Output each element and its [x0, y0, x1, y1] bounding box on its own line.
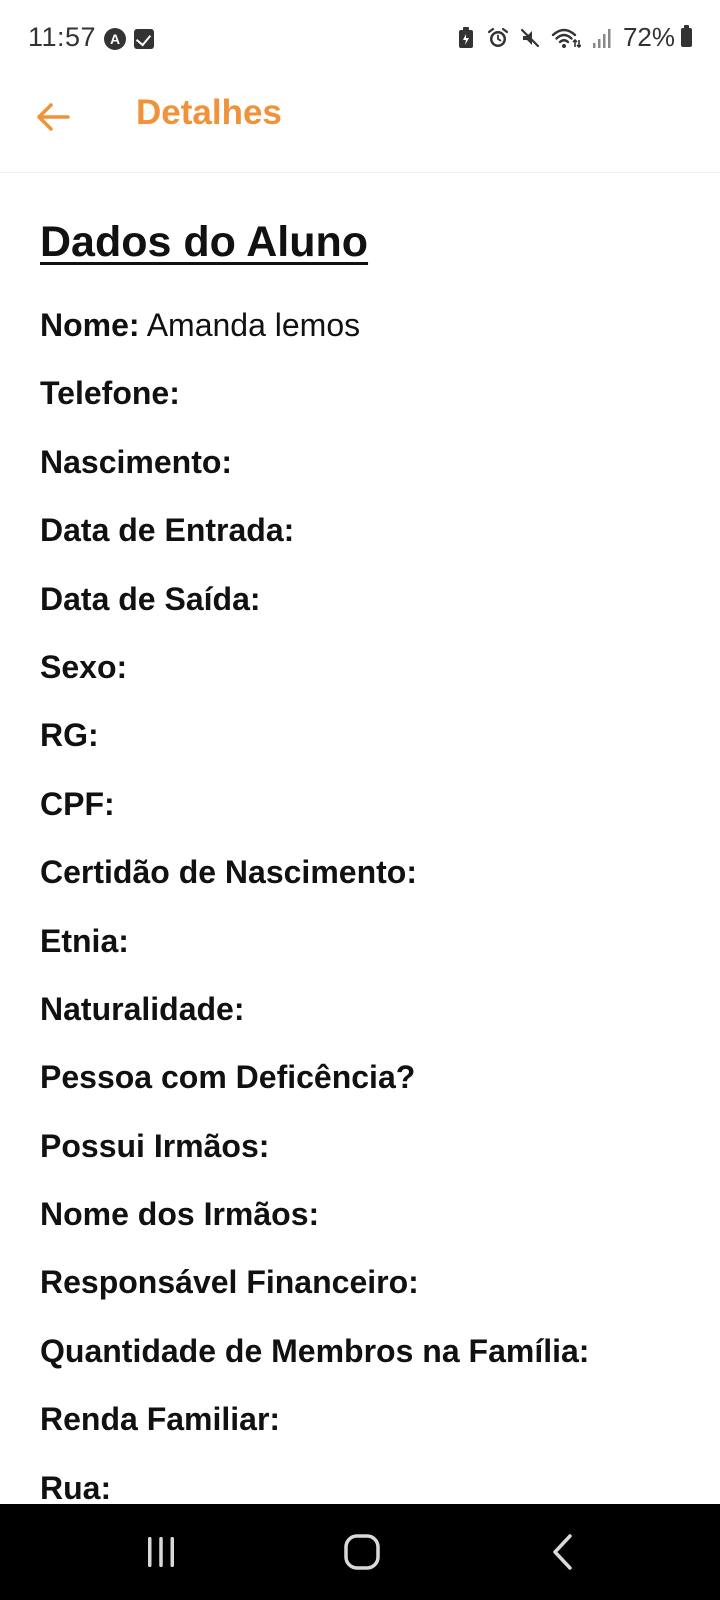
- field-label: Rua:: [40, 1469, 112, 1506]
- field-row-nascimento: Nascimento:: [40, 443, 589, 511]
- field-label: Sexo:: [40, 648, 128, 685]
- page-title: Detalhes: [136, 93, 282, 132]
- field-label: Telefone:: [40, 375, 180, 412]
- field-label: Nome dos Irmãos:: [40, 1196, 320, 1233]
- field-row-certidao: Certidão de Nascimento:: [40, 853, 589, 921]
- field-label: Pessoa com Deficência?: [40, 1059, 416, 1096]
- student-field-list: Nome: Amanda lemos Telefone: Nascimento:…: [40, 306, 589, 1537]
- field-label: Etnia:: [40, 922, 129, 959]
- field-row-deficiencia: Pessoa com Deficência?: [40, 1058, 589, 1126]
- field-label: Possui Irmãos:: [40, 1127, 270, 1164]
- home-icon: [344, 1534, 380, 1570]
- field-row-sexo: Sexo:: [40, 648, 589, 716]
- field-label: Responsável Financeiro:: [40, 1264, 419, 1301]
- recent-apps-button[interactable]: [111, 1504, 211, 1600]
- status-bar: 11:57 A 72%: [0, 0, 720, 80]
- field-label: Renda Familiar:: [40, 1401, 281, 1438]
- field-label: RG:: [40, 717, 99, 754]
- arrow-left-icon: [37, 103, 70, 131]
- signal-icon: [591, 27, 613, 49]
- field-label: Nome:: [40, 307, 140, 343]
- system-navigation-bar: [0, 1504, 720, 1600]
- field-row-membros-familia: Quantidade de Membros na Família:: [40, 1332, 589, 1400]
- field-row-etnia: Etnia:: [40, 922, 589, 990]
- field-row-cpf: CPF:: [40, 785, 589, 853]
- field-label: Nascimento:: [40, 443, 233, 480]
- field-row-nome: Nome: Amanda lemos: [40, 306, 589, 374]
- field-label: CPF:: [40, 785, 115, 822]
- field-row-naturalidade: Naturalidade:: [40, 990, 589, 1058]
- wifi-icon: [551, 27, 581, 49]
- home-button[interactable]: [312, 1504, 412, 1600]
- field-row-rg: RG:: [40, 716, 589, 784]
- field-row-possui-irmaos: Possui Irmãos:: [40, 1127, 589, 1195]
- field-label: Data de Entrada:: [40, 512, 295, 549]
- status-time: 11:57: [28, 22, 97, 52]
- back-icon: [553, 1534, 572, 1570]
- field-row-renda-familiar: Renda Familiar:: [40, 1400, 589, 1468]
- field-row-responsavel-financeiro: Responsável Financeiro:: [40, 1263, 589, 1331]
- status-system-icons: 72%: [455, 22, 692, 53]
- battery-icon: [681, 25, 692, 47]
- app-a-icon: A: [104, 28, 126, 50]
- field-row-data-entrada: Data de Entrada:: [40, 511, 589, 579]
- field-value: Amanda lemos: [139, 307, 361, 343]
- field-label: Naturalidade:: [40, 990, 245, 1027]
- field-row-data-saida: Data de Saída:: [40, 580, 589, 648]
- battery-saver-icon: [455, 26, 477, 49]
- system-back-button[interactable]: [513, 1504, 613, 1600]
- field-label: Quantidade de Membros na Família:: [40, 1332, 590, 1369]
- section-title: Dados do Aluno: [40, 218, 369, 266]
- alarm-icon: [487, 27, 509, 49]
- battery-percentage: 72%: [622, 22, 675, 52]
- field-row-telefone: Telefone:: [40, 374, 589, 442]
- field-label: Certidão de Nascimento:: [40, 854, 417, 891]
- field-label: Data de Saída:: [40, 580, 261, 617]
- field-row-nome-irmaos: Nome dos Irmãos:: [40, 1195, 589, 1263]
- checkbox-notification-icon: [134, 29, 154, 49]
- back-button[interactable]: [28, 92, 78, 142]
- mute-icon: [519, 27, 541, 49]
- status-notification-icons: A: [104, 28, 154, 50]
- recent-apps-icon: [148, 1537, 174, 1567]
- app-header: Detalhes: [0, 80, 720, 173]
